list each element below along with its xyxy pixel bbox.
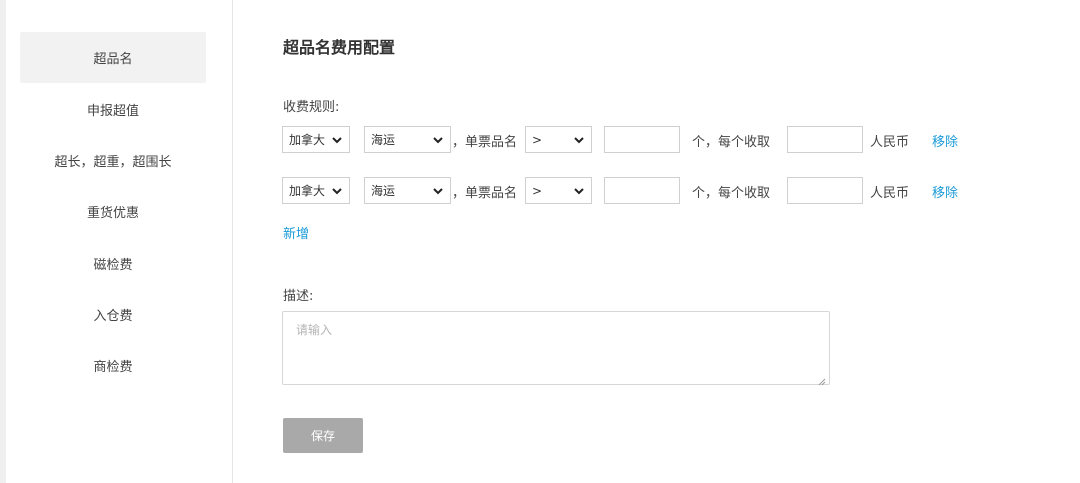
- rules-label: 收费规则:: [283, 100, 340, 115]
- sidebar-item-label: 重货优惠: [86, 206, 139, 221]
- each-charge-text: 个，每个收取: [692, 135, 771, 150]
- main-content: 超品名费用配置 收费规则: 加拿大 海运 ，单票品名 > 个，每个收取 人民币 …: [233, 0, 1080, 483]
- sidebar-item-label: 磁检费: [93, 258, 133, 273]
- each-charge-text: 个，每个收取: [692, 186, 771, 201]
- sidebar-item-declared-over-value[interactable]: 申报超值: [20, 84, 206, 135]
- sidebar-item-label: 商检费: [93, 360, 133, 375]
- sidebar-item-warehouse-fee[interactable]: 入仓费: [20, 289, 206, 340]
- item-count-input[interactable]: [604, 126, 680, 153]
- shipping-method-value: 海运: [371, 133, 396, 147]
- shipping-method-select[interactable]: 海运: [364, 177, 451, 204]
- description-placeholder: 请输入: [296, 323, 333, 337]
- rule-row: 加拿大 海运 ，单票品名 > 个，每个收取 人民币 移除: [282, 126, 1002, 154]
- sidebar-item-label: 入仓费: [93, 309, 133, 324]
- operator-select[interactable]: >: [525, 177, 592, 204]
- item-count-input[interactable]: [604, 177, 680, 204]
- country-select-value: 加拿大: [289, 184, 326, 198]
- chevron-down-icon: [331, 134, 343, 146]
- sidebar-item-label: 超品名: [93, 52, 133, 67]
- page-title: 超品名费用配置: [283, 38, 396, 57]
- sidebar-item-commodity-inspection-fee[interactable]: 商检费: [20, 340, 206, 391]
- remove-rule-link[interactable]: 移除: [932, 131, 958, 150]
- chevron-down-icon: [573, 134, 585, 146]
- operator-value: >: [532, 132, 543, 147]
- country-select-value: 加拿大: [289, 133, 326, 147]
- rule-row: 加拿大 海运 ，单票品名 > 个，每个收取 人民币 移除: [282, 177, 1002, 205]
- shipping-method-select[interactable]: 海运: [364, 126, 451, 153]
- country-select[interactable]: 加拿大: [282, 177, 350, 204]
- operator-value: >: [532, 183, 543, 198]
- chevron-down-icon: [432, 134, 444, 146]
- sidebar-item-magnetic-check-fee[interactable]: 磁检费: [20, 238, 206, 289]
- operator-select[interactable]: >: [525, 126, 592, 153]
- fee-amount-input[interactable]: [787, 126, 863, 153]
- single-ticket-text: ，单票品名: [452, 186, 518, 201]
- add-rule-link[interactable]: 新增: [283, 223, 309, 242]
- sidebar-item-oversize[interactable]: 超长，超重，超围长: [20, 135, 206, 186]
- currency-label: 人民币: [870, 135, 910, 150]
- sidebar-item-super-product-name[interactable]: 超品名: [20, 32, 206, 83]
- remove-rule-link[interactable]: 移除: [932, 182, 958, 201]
- sidebar-item-label: 申报超值: [86, 104, 139, 119]
- save-button[interactable]: 保存: [283, 418, 363, 453]
- description-label: 描述:: [283, 289, 314, 304]
- resize-grip-icon[interactable]: [816, 371, 826, 386]
- fee-amount-input[interactable]: [787, 177, 863, 204]
- sidebar-item-label: 超长，超重，超围长: [54, 155, 172, 170]
- chevron-down-icon: [573, 185, 585, 197]
- sidebar: 超品名 申报超值 超长，超重，超围长 重货优惠 磁检费 入仓费 商检费: [6, 0, 232, 483]
- chevron-down-icon: [331, 185, 343, 197]
- shipping-method-value: 海运: [371, 184, 396, 198]
- currency-label: 人民币: [870, 186, 910, 201]
- sidebar-item-heavy-discount[interactable]: 重货优惠: [20, 186, 206, 237]
- description-textarea[interactable]: 请输入: [282, 311, 830, 386]
- single-ticket-text: ，单票品名: [452, 135, 518, 150]
- chevron-down-icon: [432, 185, 444, 197]
- country-select[interactable]: 加拿大: [282, 126, 350, 153]
